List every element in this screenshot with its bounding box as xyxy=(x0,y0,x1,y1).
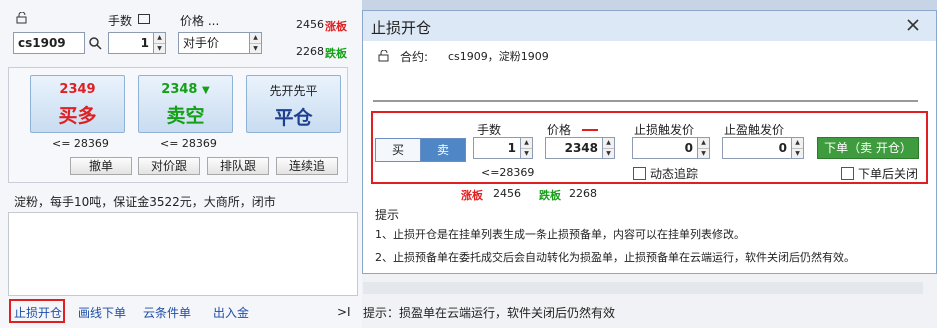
dialog-price-label: 价格 xyxy=(547,123,572,137)
tips-title: 提示 xyxy=(375,208,400,222)
dialog-price-input[interactable]: 2348 xyxy=(545,137,603,159)
down-arrow-icon: ▼ xyxy=(202,85,210,96)
lock-icon[interactable] xyxy=(16,11,30,24)
dialog-qty-label: 手数 xyxy=(477,123,502,137)
price-link-icon[interactable] xyxy=(582,123,598,131)
take-profit-stepper[interactable]: ▲ ▼ xyxy=(792,137,804,159)
stop-loss-stepper[interactable]: ▲ ▼ xyxy=(698,137,710,159)
close-position-button[interactable]: 先开先平 平仓 xyxy=(246,75,341,133)
dialog-max-qty: <=28369 xyxy=(481,166,535,179)
stop-loss-trigger-input[interactable]: 0 xyxy=(632,137,698,159)
dialog-titlebar: 止损开仓 xyxy=(363,11,936,41)
symbol-input[interactable]: cs1909 xyxy=(13,32,85,54)
place-order-button[interactable]: 下单（卖 开仓） xyxy=(817,137,919,159)
tip-line-2: 2、止损预备单在委托成交后会自动转化为损盈单，止损预备单在云端运行，软件关闭后仍… xyxy=(375,251,855,264)
tip-line-1: 1、止损开仓是在挂单列表生成一条止损预备单，内容可以在挂单列表修改。 xyxy=(375,228,745,241)
dialog-limit-down-label: 跌板 xyxy=(539,189,561,202)
buy-long-label: 买多 xyxy=(58,105,97,127)
continuous-chase-button[interactable]: 连续追 xyxy=(276,157,338,175)
limit-down-price: 2268 xyxy=(296,45,324,58)
contract-label: 合约: xyxy=(400,50,429,64)
divider xyxy=(373,100,918,102)
contract-value: cs1909，淀粉1909 xyxy=(448,50,549,63)
search-icon[interactable] xyxy=(88,36,102,50)
price-label[interactable]: 价格 ... xyxy=(180,12,219,29)
dialog-qty-input[interactable]: 1 xyxy=(473,137,521,159)
buy-toggle[interactable]: 买 xyxy=(375,138,421,162)
queue-follow-button[interactable]: 排队跟 xyxy=(207,157,269,175)
sell-short-label: 卖空 xyxy=(166,105,205,127)
sell-max-qty: <= 28369 xyxy=(160,137,217,150)
close-after-order-label[interactable]: 下单后关闭 xyxy=(858,165,918,182)
cancel-order-button[interactable]: 撤单 xyxy=(70,157,132,175)
close-icon[interactable] xyxy=(903,15,923,35)
contract-info: 淀粉，每手10吨，保证金3522元，大商所，闭市 xyxy=(14,195,276,209)
stop-loss-dialog: 止损开仓 合约: cs1909，淀粉1909 买 卖 手数 1 ▲ ▼ 价格 23… xyxy=(362,10,937,274)
qty-stepper[interactable]: ▲ ▼ xyxy=(154,32,166,54)
screen-icon[interactable] xyxy=(138,14,150,24)
dialog-limit-down-price: 2268 xyxy=(569,187,597,200)
close-mode-label: 先开先平 xyxy=(269,84,318,98)
price-stepper[interactable]: ▲ ▼ xyxy=(250,32,262,54)
buy-long-button[interactable]: 2349 买多 xyxy=(30,75,125,133)
dialog-limit-up-price: 2456 xyxy=(493,187,521,200)
tab-draw-line-order[interactable]: 画线下单 xyxy=(78,304,126,321)
limit-up-price: 2456 xyxy=(296,18,324,31)
dialog-title: 止损开仓 xyxy=(371,19,432,37)
message-area xyxy=(8,212,358,296)
close-after-order-checkbox[interactable] xyxy=(841,167,854,180)
stop-loss-trigger-label: 止损触发价 xyxy=(634,123,695,137)
sell-price: 2348 xyxy=(161,82,198,97)
follow-price-button[interactable]: 对价跟 xyxy=(138,157,200,175)
qty-label: 手数 xyxy=(108,14,133,28)
status-arrow[interactable]: >I xyxy=(337,305,351,319)
buy-max-qty: <= 28369 xyxy=(52,137,109,150)
trailing-label[interactable]: 动态追踪 xyxy=(650,165,698,182)
limit-up-label: 涨板 xyxy=(325,20,347,33)
take-profit-trigger-label: 止盈触发价 xyxy=(724,123,785,137)
top-strip xyxy=(362,0,937,10)
qty-input[interactable]: 1 xyxy=(108,32,154,54)
dialog-price-stepper[interactable]: ▲ ▼ xyxy=(603,137,615,159)
sell-price-row: 2348 ▼ xyxy=(139,82,232,97)
tab-cloud-condition[interactable]: 云条件单 xyxy=(143,304,191,321)
dialog-qty-stepper[interactable]: ▲ ▼ xyxy=(521,137,533,159)
buy-price: 2349 xyxy=(59,82,96,97)
dialog-limit-up-label: 涨板 xyxy=(461,189,483,202)
trailing-checkbox[interactable] xyxy=(633,167,646,180)
left-order-panel: 手数 价格 ... 2456 涨板 cs1909 1 ▲ ▼ 对手价 ▲ ▼ 226… xyxy=(0,0,362,328)
contract-lock-icon xyxy=(378,49,392,62)
status-text: 提示：损盈单在云端运行，软件关闭后仍然有效 xyxy=(363,306,616,320)
sell-toggle[interactable]: 卖 xyxy=(420,138,466,162)
tab-deposit-withdraw[interactable]: 出入金 xyxy=(213,304,249,321)
price-type-select[interactable]: 对手价 xyxy=(178,32,250,54)
take-profit-trigger-input[interactable]: 0 xyxy=(722,137,792,159)
sell-short-button[interactable]: 2348 ▼ 卖空 xyxy=(138,75,233,133)
limit-down-label: 跌板 xyxy=(325,47,347,60)
tab-stop-loss-open[interactable]: 止损开仓 xyxy=(14,304,62,321)
close-position-label: 平仓 xyxy=(274,107,313,129)
status-scroll xyxy=(363,282,923,294)
